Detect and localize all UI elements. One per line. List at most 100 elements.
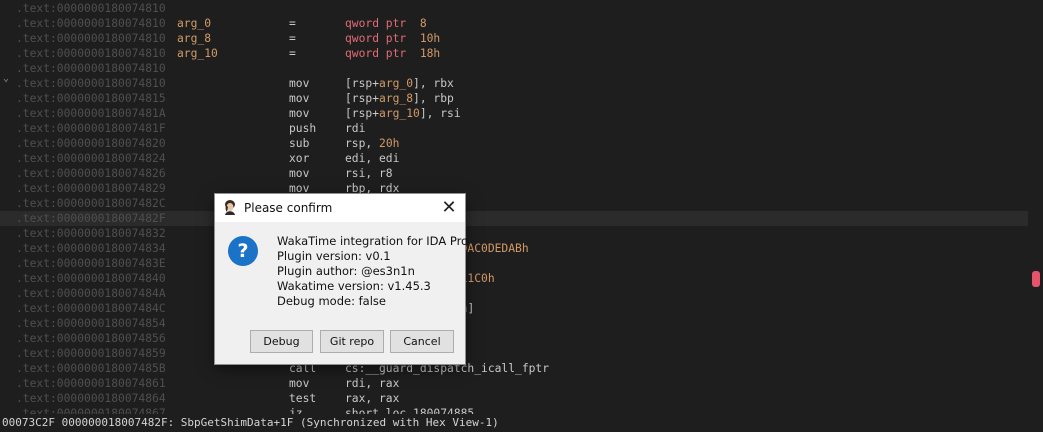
disasm-line[interactable]: .text:0000000180074810 arg_0 = qword ptr 8 <box>0 16 1028 31</box>
line-address: .text:0000000180074861 <box>16 377 166 390</box>
line-operands[interactable]: [rsp+arg_0], rbx <box>345 76 454 91</box>
collapse-arrow-icon[interactable]: ⌄ <box>3 73 13 85</box>
line-operands[interactable]: short loc_180074885 <box>345 406 474 414</box>
git-repo-button[interactable]: Git repo <box>320 330 384 353</box>
disasm-line[interactable]: .text:000000018007484A 8E <box>0 286 1028 301</box>
confirm-dialog: Please confirm ✕ ? WakaTime integration … <box>215 194 468 364</box>
line-address: .text:0000000180074810 <box>16 17 166 30</box>
line-address: .text:0000000180074854 <box>16 317 166 330</box>
disasm-line[interactable]: .text:0000000180074856 <box>0 331 1028 346</box>
disasm-line[interactable]: .text:000000018007481A mov [rsp+arg_10], r… <box>0 106 1028 121</box>
line-operands[interactable]: rsi, r8 <box>345 166 393 181</box>
line-address: .text:0000000180074810 <box>16 32 166 45</box>
disasm-line[interactable]: .text:0000000180074820 sub rsp, 20h <box>0 136 1028 151</box>
disasm-line[interactable]: .text:0000000180074829 mov rbp, rdx <box>0 181 1028 196</box>
line-operands[interactable]: rdi <box>345 121 365 136</box>
line-address: .text:0000000180074810 <box>16 2 166 15</box>
line-address: .text:0000000180074840 <box>16 272 166 285</box>
line-address: .text:0000000180074810 <box>16 62 166 75</box>
disasm-line[interactable]: .text:0000000180074854 <box>0 316 1028 331</box>
cancel-button[interactable]: Cancel <box>390 330 454 353</box>
disasm-line[interactable]: .text:0000000180074826 mov rsi, r8 <box>0 166 1028 181</box>
line-mnemonic: push <box>289 122 317 135</box>
line-address: .text:0000000180074815 <box>16 92 166 105</box>
operand-token: rdi, rax <box>345 377 400 390</box>
disasm-line[interactable]: .text:0000000180074810 <box>0 61 1028 76</box>
line-address: .text:0000000180074834 <box>16 242 166 255</box>
operand-token: ] <box>467 302 475 315</box>
line-operands[interactable]: qword ptr 8 <box>345 16 427 31</box>
disasm-line[interactable]: .text:0000000180074840 8h], 11C0h <box>0 271 1028 286</box>
disasm-line[interactable]: .text:000000018007482F <box>0 211 1028 226</box>
disasm-line[interactable]: .text:0000000180074834 Ch], 0AC0DEDABh <box>0 241 1028 256</box>
operand-token: short loc_180074885 <box>345 407 475 414</box>
line-address: .text:0000000180074864 <box>16 392 166 405</box>
disasm-line[interactable]: .text:000000018007481F push rdi <box>0 121 1028 136</box>
line-label[interactable]: arg_10 <box>177 46 218 61</box>
line-mnemonic: = <box>289 17 296 30</box>
line-operands[interactable]: rsp, 20h <box>345 136 399 151</box>
line-operands[interactable]: [rsp+arg_10], rsi <box>345 106 461 121</box>
line-address: .text:0000000180074829 <box>16 182 166 195</box>
ida-app-icon <box>225 200 235 215</box>
line-mnemonic: mov <box>289 167 310 180</box>
line-mnemonic: = <box>289 32 296 45</box>
line-address: .text:0000000180074859 <box>16 347 166 360</box>
line-address: .text:000000018007484C <box>16 302 166 315</box>
line-mnemonic: mov <box>289 92 310 105</box>
disasm-line[interactable]: .text:000000018007484C x+214h] <box>0 301 1028 316</box>
line-operands[interactable]: rax, rax <box>345 391 399 406</box>
operand-token: [rsp+ <box>345 77 380 90</box>
line-operands[interactable]: edi, edi <box>345 151 399 166</box>
line-address: .text:000000018007485B <box>16 362 166 375</box>
operand-token: rsi, r8 <box>345 167 393 180</box>
disasm-line[interactable]: .text:0000000180074810 arg_10 = qword ptr 1… <box>0 46 1028 61</box>
disasm-line[interactable]: .text:0000000180074832 8E <box>0 226 1028 241</box>
line-address: .text:000000018007482F <box>16 212 166 225</box>
line-address: .text:0000000180074832 <box>16 227 166 240</box>
disasm-line[interactable]: .text:0000000180074864 test rax, rax <box>0 391 1028 406</box>
line-address: .text:000000018007483E <box>16 257 166 270</box>
line-operands[interactable]: rdi, rax <box>345 376 399 391</box>
disasm-line[interactable]: .text:0000000180074861 mov rdi, rax <box>0 376 1028 391</box>
line-address: .text:0000000180074810 <box>16 47 166 60</box>
line-address: .text:0000000180074867 <box>16 407 166 414</box>
disasm-line[interactable]: .text:0000000180074810 arg_8 = qword ptr 10… <box>0 31 1028 46</box>
disasm-line[interactable]: .text:0000000180074815 mov [rsp+arg_8], rb… <box>0 91 1028 106</box>
line-mnemonic: jz <box>289 407 303 414</box>
line-address: .text:0000000180074820 <box>16 137 166 150</box>
operand-token: ], rsi <box>419 107 461 120</box>
disasm-line[interactable]: .text:0000000180074810 mov [rsp+arg_0], rb… <box>0 76 1028 91</box>
line-label[interactable]: arg_8 <box>177 31 211 46</box>
operand-token: edi, edi <box>345 152 400 165</box>
disasm-line[interactable]: .text:000000018007482C <box>0 196 1028 211</box>
disasm-line[interactable]: .text:0000000180074859 <box>0 346 1028 361</box>
disasm-line[interactable]: .text:0000000180074867 jz short loc_180074… <box>0 406 1028 414</box>
disassembly-view[interactable]: .text:0000000180074810 .text:000000018007… <box>0 0 1043 414</box>
debug-button[interactable]: Debug <box>250 330 313 353</box>
operand-token: ], rbx <box>413 77 454 90</box>
scrollbar-marker[interactable] <box>1032 271 1040 287</box>
line-mnemonic: test <box>289 392 317 405</box>
line-operands[interactable]: qword ptr 18h <box>345 46 440 61</box>
disasm-line[interactable]: .text:000000018007485B call cs:__guard_dis… <box>0 361 1028 376</box>
line-label[interactable]: arg_0 <box>177 16 211 31</box>
operand-token: 8 <box>406 17 427 30</box>
line-address: .text:000000018007481A <box>16 107 166 120</box>
operand-token: 18h <box>406 47 441 60</box>
disasm-line[interactable]: .text:0000000180074824 xor edi, edi <box>0 151 1028 166</box>
line-operands[interactable]: qword ptr 10h <box>345 31 440 46</box>
dialog-titlebar[interactable]: Please confirm ✕ <box>215 194 465 222</box>
close-icon[interactable]: ✕ <box>437 196 461 220</box>
operand-token: qword ptr <box>345 32 407 45</box>
disasm-line[interactable]: .text:000000018007483E 8E <box>0 256 1028 271</box>
line-address: .text:000000018007482C <box>16 197 166 210</box>
operand-token: 20h <box>379 137 400 150</box>
dialog-title: Please confirm <box>244 201 333 215</box>
line-operands[interactable]: [rsp+arg_8], rbp <box>345 91 454 106</box>
line-address: .text:000000018007484A <box>16 287 166 300</box>
operand-token: rsp, <box>345 137 380 150</box>
disasm-line[interactable]: .text:0000000180074810 <box>0 1 1028 16</box>
line-mnemonic: mov <box>289 77 310 90</box>
operand-token: ], rbp <box>413 92 454 105</box>
